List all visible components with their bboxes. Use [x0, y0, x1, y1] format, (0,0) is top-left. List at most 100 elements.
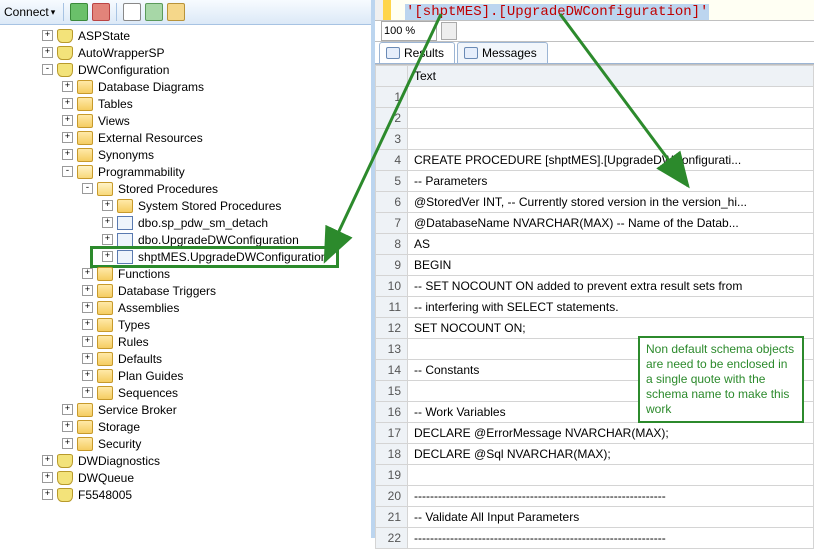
tree-node-programmability[interactable]: -Programmability: [4, 163, 371, 180]
tab-messages[interactable]: Messages: [457, 42, 548, 63]
collapse-icon[interactable]: -: [62, 166, 73, 177]
expand-icon[interactable]: +: [102, 200, 113, 211]
tree-node-sp-upgrade-mes[interactable]: +shptMES.UpgradeDWConfiguration: [4, 248, 371, 265]
tree-node-external-resources[interactable]: +External Resources: [4, 129, 371, 146]
disconnect-server-icon[interactable]: [92, 3, 110, 21]
grid-row[interactable]: 8AS: [376, 234, 814, 255]
grid-row[interactable]: 10-- SET NOCOUNT ON added to prevent ext…: [376, 276, 814, 297]
object-tree[interactable]: +ASPState +AutoWrapperSP -DWConfiguratio…: [0, 25, 371, 538]
grid-row[interactable]: 2: [376, 108, 814, 129]
expand-icon[interactable]: +: [82, 268, 93, 279]
tree-node-sp-detach[interactable]: +dbo.sp_pdw_sm_detach: [4, 214, 371, 231]
grid-icon: [386, 47, 400, 59]
expand-icon[interactable]: +: [102, 217, 113, 228]
tree-node-views[interactable]: +Views: [4, 112, 371, 129]
object-explorer-panel: Connect ▾ +ASPState +AutoWrapperSP -DWCo…: [0, 0, 375, 538]
expand-icon[interactable]: +: [62, 438, 73, 449]
results-grid[interactable]: Text 1234CREATE PROCEDURE [shptMES].[Upg…: [375, 65, 814, 549]
grid-row[interactable]: 17DECLARE @ErrorMessage NVARCHAR(MAX);: [376, 423, 814, 444]
sql-editor[interactable]: '[shptMES].[UpgradeDWConfiguration]': [375, 0, 814, 21]
expand-icon[interactable]: +: [82, 353, 93, 364]
grid-row[interactable]: 11-- interfering with SELECT statements.: [376, 297, 814, 318]
expand-icon[interactable]: +: [82, 319, 93, 330]
grid-header-text[interactable]: Text: [408, 66, 814, 87]
tree-node-storage[interactable]: +Storage: [4, 418, 371, 435]
row-text: @StoredVer INT, -- Currently stored vers…: [408, 192, 814, 213]
tree-node-dwdiagnostics[interactable]: +DWDiagnostics: [4, 452, 371, 469]
tree-node-sequences[interactable]: +Sequences: [4, 384, 371, 401]
tree-node-plan-guides[interactable]: +Plan Guides: [4, 367, 371, 384]
expand-icon[interactable]: +: [102, 234, 113, 245]
row-number: 19: [376, 465, 408, 486]
expand-icon[interactable]: +: [82, 302, 93, 313]
row-number: 20: [376, 486, 408, 507]
grid-row[interactable]: 4CREATE PROCEDURE [shptMES].[UpgradeDWCo…: [376, 150, 814, 171]
grid-row[interactable]: 7@DatabaseName NVARCHAR(MAX) -- Name of …: [376, 213, 814, 234]
refresh-icon[interactable]: [145, 3, 163, 21]
grid-row[interactable]: 18DECLARE @Sql NVARCHAR(MAX);: [376, 444, 814, 465]
expand-icon[interactable]: +: [102, 251, 113, 262]
selected-sql-text: '[shptMES].[UpgradeDWConfiguration]': [405, 4, 709, 20]
tree-node-tables[interactable]: +Tables: [4, 95, 371, 112]
grid-row[interactable]: 5-- Parameters: [376, 171, 814, 192]
tree-node-defaults[interactable]: +Defaults: [4, 350, 371, 367]
expand-icon[interactable]: +: [62, 149, 73, 160]
script-icon[interactable]: [167, 3, 185, 21]
expand-icon[interactable]: +: [62, 421, 73, 432]
tree-node-system-sp[interactable]: +System Stored Procedures: [4, 197, 371, 214]
expand-icon[interactable]: +: [42, 472, 53, 483]
messages-icon: [464, 47, 478, 59]
tab-results[interactable]: Results: [379, 42, 455, 63]
expand-icon[interactable]: +: [82, 370, 93, 381]
expand-icon[interactable]: +: [82, 387, 93, 398]
collapse-icon[interactable]: -: [42, 64, 53, 75]
folder-icon: [77, 437, 93, 451]
tree-node-synonyms[interactable]: +Synonyms: [4, 146, 371, 163]
grid-row[interactable]: 21-- Validate All Input Parameters: [376, 507, 814, 528]
grid-row[interactable]: 22--------------------------------------…: [376, 528, 814, 549]
tree-node-autowrappersp[interactable]: +AutoWrapperSP: [4, 44, 371, 61]
grid-row[interactable]: 9BEGIN: [376, 255, 814, 276]
row-number: 12: [376, 318, 408, 339]
tree-node-stored-procedures[interactable]: -Stored Procedures: [4, 180, 371, 197]
expand-icon[interactable]: +: [42, 30, 53, 41]
expand-icon[interactable]: +: [62, 115, 73, 126]
zoom-dropdown[interactable]: [441, 22, 457, 40]
expand-icon[interactable]: +: [82, 336, 93, 347]
expand-icon[interactable]: +: [62, 81, 73, 92]
expand-icon[interactable]: +: [62, 404, 73, 415]
tree-node-functions[interactable]: +Functions: [4, 265, 371, 282]
expand-icon[interactable]: +: [82, 285, 93, 296]
tree-node-dwqueue[interactable]: +DWQueue: [4, 469, 371, 486]
grid-row[interactable]: 3: [376, 129, 814, 150]
collapse-icon[interactable]: -: [82, 183, 93, 194]
tree-node-types[interactable]: +Types: [4, 316, 371, 333]
database-icon: [57, 471, 73, 485]
folder-icon: [117, 199, 133, 213]
tree-node-dwconfiguration[interactable]: -DWConfiguration: [4, 61, 371, 78]
connect-button[interactable]: Connect ▾: [2, 4, 57, 20]
tree-node-service-broker[interactable]: +Service Broker: [4, 401, 371, 418]
expand-icon[interactable]: +: [42, 489, 53, 500]
grid-row[interactable]: 6@StoredVer INT, -- Currently stored ver…: [376, 192, 814, 213]
tree-node-database-diagrams[interactable]: +Database Diagrams: [4, 78, 371, 95]
expand-icon[interactable]: +: [62, 132, 73, 143]
zoom-input[interactable]: [381, 21, 437, 41]
expand-icon[interactable]: +: [42, 47, 53, 58]
tree-node-security[interactable]: +Security: [4, 435, 371, 452]
expand-icon[interactable]: +: [62, 98, 73, 109]
tree-node-rules[interactable]: +Rules: [4, 333, 371, 350]
row-number: 18: [376, 444, 408, 465]
tree-node-db-triggers[interactable]: +Database Triggers: [4, 282, 371, 299]
row-text: [408, 465, 814, 486]
grid-row[interactable]: 20--------------------------------------…: [376, 486, 814, 507]
expand-icon[interactable]: +: [42, 455, 53, 466]
tree-node-assemblies[interactable]: +Assemblies: [4, 299, 371, 316]
tree-node-f5548005[interactable]: +F5548005: [4, 486, 371, 503]
tree-node-sp-upgrade-dbo[interactable]: +dbo.UpgradeDWConfiguration: [4, 231, 371, 248]
filter-icon[interactable]: [123, 3, 141, 21]
grid-row[interactable]: 1: [376, 87, 814, 108]
tree-node-aspstate[interactable]: +ASPState: [4, 27, 371, 44]
connect-server-icon[interactable]: [70, 3, 88, 21]
grid-row[interactable]: 19: [376, 465, 814, 486]
